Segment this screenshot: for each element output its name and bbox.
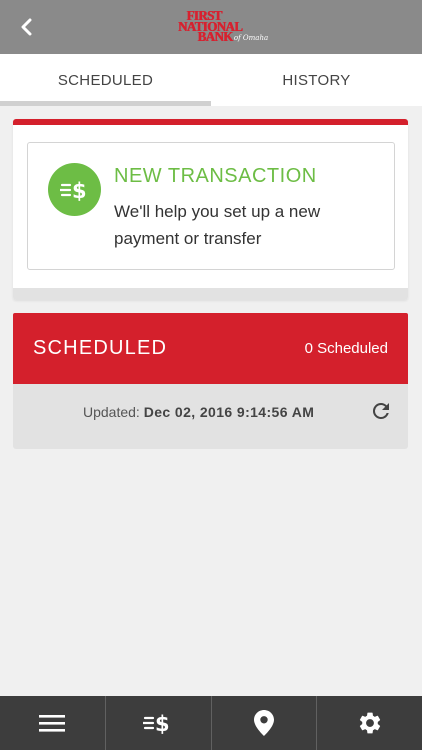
chevron-left-icon <box>21 18 32 36</box>
new-transaction-title: NEW TRANSACTION <box>114 165 317 187</box>
tab-scheduled[interactable]: SCHEDULED <box>0 54 211 106</box>
svg-text:$: $ <box>155 712 170 736</box>
updated-label: Updated: <box>83 404 140 420</box>
nav-transfer-button[interactable]: $ <box>106 696 212 750</box>
nav-locations-button[interactable] <box>212 696 318 750</box>
logo-script: of Omaha <box>233 34 269 43</box>
tab-history[interactable]: HISTORY <box>211 54 422 106</box>
transfer-dollar-icon: $ <box>143 712 170 736</box>
new-transaction-description: We'll help you set up a new payment or t… <box>114 202 321 248</box>
bottom-nav: $ <box>0 696 422 750</box>
scheduled-header: SCHEDULED 0 Scheduled <box>13 313 408 384</box>
location-pin-icon <box>253 710 274 736</box>
updated-timestamp: Updated: Dec 02, 2016 9:14:56 AM <box>83 404 314 420</box>
gear-icon <box>359 712 380 734</box>
new-transaction-panel: $ NEW TRANSACTION We'll help you set up … <box>13 119 408 300</box>
scheduled-count: 0 Scheduled <box>304 340 388 357</box>
refresh-button[interactable] <box>368 398 394 424</box>
new-transaction-card[interactable]: $ NEW TRANSACTION We'll help you set up … <box>27 142 395 270</box>
card-bottom-strip <box>13 288 408 300</box>
bank-logo: FIRST NATIONAL BANK of Omaha <box>178 9 268 45</box>
updated-value: Dec 02, 2016 9:14:56 AM <box>143 404 315 420</box>
tab-bar: SCHEDULED HISTORY <box>0 54 422 106</box>
back-button[interactable] <box>10 11 42 43</box>
refresh-icon <box>372 402 389 419</box>
app-header: FIRST NATIONAL BANK of Omaha <box>0 0 422 54</box>
nav-settings-button[interactable] <box>317 696 422 750</box>
scheduled-footer: Updated: Dec 02, 2016 9:14:56 AM <box>13 384 408 449</box>
nav-menu-button[interactable] <box>0 696 106 750</box>
svg-text:$: $ <box>72 179 87 203</box>
menu-icon <box>39 715 66 732</box>
logo-line-3: BANK <box>197 28 233 45</box>
transfer-dollar-icon: $ <box>48 163 101 216</box>
scheduled-title: SCHEDULED <box>33 337 168 359</box>
